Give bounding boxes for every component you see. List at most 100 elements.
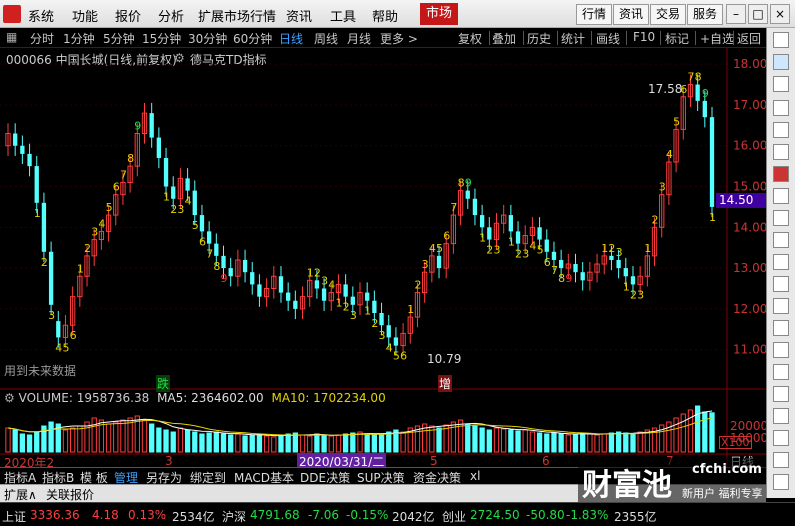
period-more[interactable]: 更多 > xyxy=(380,30,418,47)
volume-bar[interactable] xyxy=(292,432,299,453)
volume-bar[interactable] xyxy=(256,433,263,453)
volume-bar[interactable] xyxy=(77,425,83,453)
volume-bar[interactable] xyxy=(141,419,148,453)
candle[interactable] xyxy=(558,259,564,269)
candle[interactable] xyxy=(436,255,442,269)
volume-bar[interactable] xyxy=(113,421,119,453)
period-30min[interactable]: 30分钟 xyxy=(188,30,227,47)
sidebar-kline-icon[interactable] xyxy=(773,166,789,182)
volume-bar[interactable] xyxy=(637,431,643,453)
volume-bar[interactable] xyxy=(299,434,306,453)
minimize-icon[interactable]: – xyxy=(726,4,746,24)
volume-bar[interactable] xyxy=(206,432,212,453)
candle[interactable] xyxy=(487,227,492,240)
sidebar-boll-icon[interactable] xyxy=(773,430,789,446)
volume-bar[interactable] xyxy=(314,433,320,453)
period-week[interactable]: 周线 xyxy=(314,30,338,47)
volume-icon[interactable]: ⚙ xyxy=(4,391,15,405)
candle[interactable] xyxy=(630,276,636,285)
btn-drawline[interactable]: 画线 xyxy=(596,30,620,47)
volume-bar[interactable] xyxy=(120,419,126,453)
market-button[interactable]: 市场 xyxy=(420,3,458,25)
candle[interactable] xyxy=(293,300,298,309)
candle[interactable] xyxy=(185,178,190,191)
volume-bar[interactable] xyxy=(91,417,97,453)
candle[interactable] xyxy=(393,337,399,346)
volume-bar[interactable] xyxy=(687,409,694,453)
btn-f10[interactable]: F10 xyxy=(633,30,655,44)
candle[interactable] xyxy=(321,288,327,301)
volume-bar[interactable] xyxy=(34,431,40,453)
volume-bar[interactable] xyxy=(544,433,550,453)
volume-bar[interactable] xyxy=(12,429,18,453)
sidebar-doc-icon[interactable] xyxy=(773,254,789,270)
volume-bar[interactable] xyxy=(472,425,478,453)
candle[interactable] xyxy=(228,268,233,277)
tab-info[interactable]: 资讯 xyxy=(613,4,650,25)
candle[interactable] xyxy=(515,231,521,244)
close-icon[interactable]: × xyxy=(770,4,790,24)
volume-bar[interactable] xyxy=(149,423,155,453)
sidebar-macd-icon[interactable] xyxy=(773,364,789,380)
sidebar-bar-icon[interactable] xyxy=(773,210,789,226)
sidebar-trend-icon[interactable] xyxy=(773,144,789,160)
volume-bar[interactable] xyxy=(105,423,112,453)
volume-bar[interactable] xyxy=(400,431,406,453)
volume-bar[interactable] xyxy=(163,429,169,453)
volume-bar[interactable] xyxy=(608,432,615,453)
volume-bar[interactable] xyxy=(508,429,514,453)
volume-bar[interactable] xyxy=(220,433,227,453)
sidebar-refresh-icon[interactable] xyxy=(773,54,789,70)
volume-bar[interactable] xyxy=(271,436,277,453)
candle[interactable] xyxy=(257,284,262,297)
btn-overlay[interactable]: 叠加 xyxy=(492,30,516,47)
candle[interactable] xyxy=(479,215,485,228)
expand-button[interactable]: 扩展∧ xyxy=(4,486,37,503)
volume-bar[interactable] xyxy=(184,429,191,453)
sidebar-kdj-icon[interactable] xyxy=(773,408,789,424)
candle[interactable] xyxy=(343,284,348,297)
candle[interactable] xyxy=(278,276,284,293)
volume-bar[interactable] xyxy=(213,431,219,453)
btn-history[interactable]: 历史 xyxy=(527,30,551,47)
event-die-marker[interactable]: 跌 xyxy=(156,375,171,392)
volume-bar[interactable] xyxy=(26,434,33,453)
volume-bar[interactable] xyxy=(235,433,241,453)
list-icon[interactable]: ▦ xyxy=(6,30,17,44)
candle[interactable] xyxy=(13,133,18,146)
candle[interactable] xyxy=(350,296,355,305)
btn-stats[interactable]: 统计 xyxy=(561,30,585,47)
period-month[interactable]: 月线 xyxy=(347,30,371,47)
candle[interactable] xyxy=(250,272,255,285)
menu-analysis[interactable]: 分析 xyxy=(158,6,184,25)
candle[interactable] xyxy=(508,215,514,232)
volume-bar[interactable] xyxy=(156,427,162,453)
volume-bar[interactable] xyxy=(501,428,507,453)
candle[interactable] xyxy=(56,321,61,338)
candle[interactable] xyxy=(199,215,205,232)
volume-bar[interactable] xyxy=(5,427,11,453)
period-5min[interactable]: 5分钟 xyxy=(103,30,135,47)
tab-trade[interactable]: 交易 xyxy=(650,4,687,25)
volume-bar[interactable] xyxy=(199,433,205,453)
volume-bar[interactable] xyxy=(62,429,69,453)
btn-back[interactable]: 返回 xyxy=(737,30,761,47)
candle[interactable] xyxy=(156,137,162,158)
candle[interactable] xyxy=(314,280,320,289)
candle[interactable] xyxy=(214,243,219,256)
volume-bar[interactable] xyxy=(378,433,385,453)
candle[interactable] xyxy=(465,190,470,199)
volume-bar[interactable] xyxy=(335,434,342,453)
period-day[interactable]: 日线 xyxy=(279,30,303,47)
sidebar-pie-icon[interactable] xyxy=(773,298,789,314)
btn-fuquan[interactable]: 复权 xyxy=(458,30,482,47)
volume-bar[interactable] xyxy=(41,425,47,453)
volume-bar[interactable] xyxy=(69,427,76,453)
volume-bar[interactable] xyxy=(486,429,492,453)
volume-bar[interactable] xyxy=(493,427,500,453)
volume-bar[interactable] xyxy=(285,433,291,453)
candle[interactable] xyxy=(573,264,578,273)
related-quote-button[interactable]: 关联报价 xyxy=(46,486,94,503)
volume-bar[interactable] xyxy=(350,432,356,453)
menu-quote[interactable]: 报价 xyxy=(115,6,141,25)
